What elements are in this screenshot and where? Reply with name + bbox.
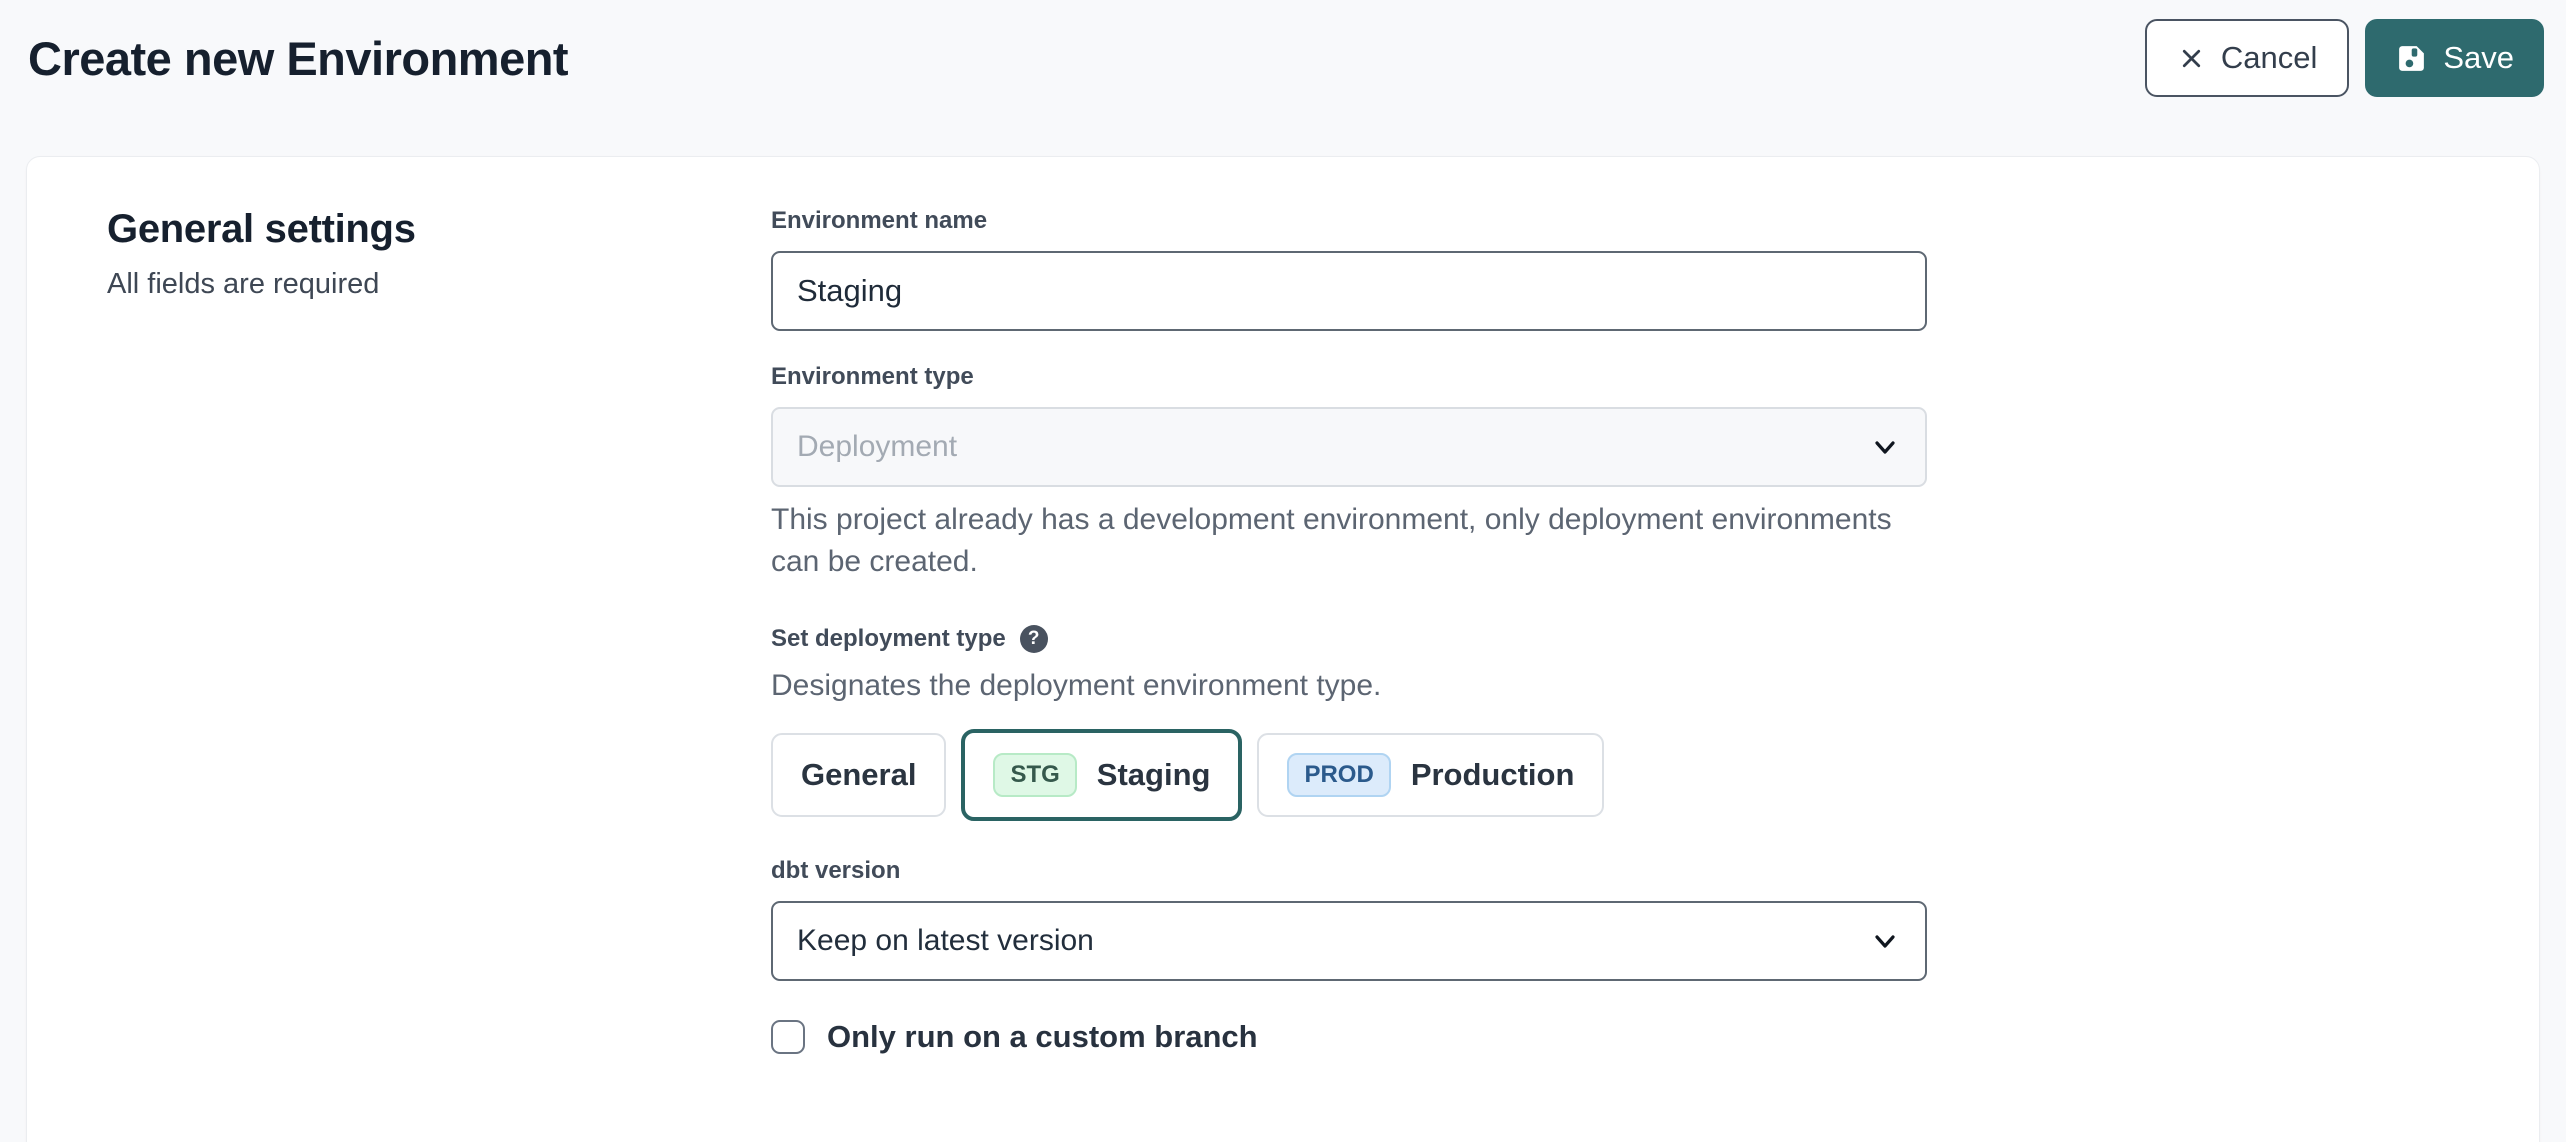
deployment-type-label: Set deployment type — [771, 625, 1006, 653]
chevron-down-icon — [1869, 431, 1901, 463]
section-title: General settings — [107, 207, 771, 252]
environment-type-helper: This project already has a development e… — [771, 499, 1927, 583]
environment-type-select: Deployment — [771, 407, 1927, 487]
dbt-version-select[interactable]: Keep on latest version — [771, 901, 1927, 981]
page-header: Create new Environment Cancel Save — [0, 0, 2566, 106]
deployment-type-description: Designates the deployment environment ty… — [771, 669, 1927, 703]
deployment-type-general[interactable]: General — [771, 733, 946, 817]
deployment-type-general-label: General — [801, 757, 916, 793]
cancel-button[interactable]: Cancel — [2145, 19, 2350, 97]
settings-card: General settings All fields are required… — [26, 156, 2540, 1142]
staging-badge: STG — [993, 753, 1076, 797]
environment-form: Environment name Environment type Deploy… — [771, 207, 1927, 1055]
save-button-label: Save — [2443, 40, 2514, 76]
header-actions: Cancel Save — [2145, 19, 2544, 97]
custom-branch-row: Only run on a custom branch — [771, 1019, 1927, 1055]
environment-name-input[interactable] — [771, 251, 1927, 331]
deployment-type-production[interactable]: PROD Production — [1257, 733, 1604, 817]
deployment-type-production-label: Production — [1411, 757, 1575, 793]
dbt-version-value: Keep on latest version — [797, 924, 1094, 958]
close-icon — [2177, 44, 2206, 73]
page-title: Create new Environment — [28, 31, 568, 86]
deployment-type-options: General STG Staging PROD Production — [771, 729, 1927, 821]
custom-branch-label[interactable]: Only run on a custom branch — [827, 1019, 1258, 1055]
chevron-down-icon — [1869, 925, 1901, 957]
section-subtitle: All fields are required — [107, 268, 771, 301]
section-header: General settings All fields are required — [107, 207, 771, 1055]
production-badge: PROD — [1287, 753, 1390, 797]
environment-name-label: Environment name — [771, 207, 1927, 235]
environment-type-label: Environment type — [771, 363, 1927, 391]
save-button[interactable]: Save — [2365, 19, 2544, 97]
cancel-button-label: Cancel — [2221, 40, 2318, 76]
help-icon[interactable]: ? — [1020, 625, 1048, 653]
custom-branch-checkbox[interactable] — [771, 1020, 805, 1054]
dbt-version-label: dbt version — [771, 857, 1927, 885]
save-icon — [2395, 42, 2428, 75]
deployment-type-staging-label: Staging — [1097, 757, 1211, 793]
deployment-type-staging[interactable]: STG Staging — [961, 729, 1242, 821]
environment-type-value: Deployment — [797, 430, 957, 464]
